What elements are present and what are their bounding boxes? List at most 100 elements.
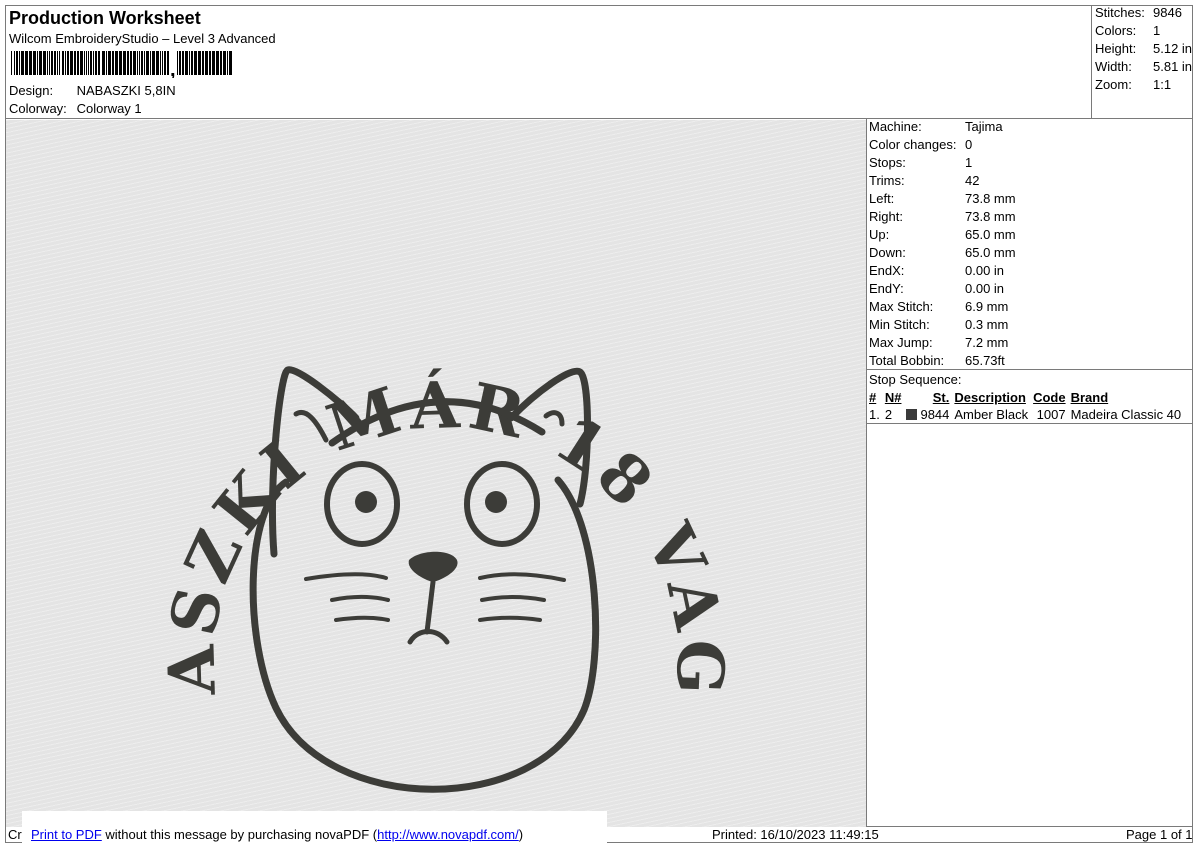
table-row: 1. 2 9844 Amber Black 1007 Madeira Class…: [867, 406, 1184, 423]
barcode-bar: [80, 51, 83, 75]
sidebar-divider: [866, 118, 867, 826]
col-brand: Brand: [1070, 390, 1109, 405]
barcode-bar: [179, 51, 181, 75]
machine-info-value: 42: [965, 173, 980, 188]
machine-info-item: Left: 73.8 mm: [869, 190, 1189, 208]
barcode-bar: [21, 51, 24, 75]
barcode-bar: [88, 51, 89, 75]
footer-left-fragment: Cr: [8, 827, 22, 842]
machine-info-item: Total Bobbin: 65.73ft: [869, 352, 1189, 370]
barcode-bar: [202, 51, 204, 75]
stop-table-divider: [866, 423, 1193, 424]
machine-info-value: 65.0 mm: [965, 245, 1016, 260]
machine-info-list: Machine: Tajima Color changes: 0 Stops: 1 Trim…: [869, 118, 1189, 370]
machine-info-item: Up: 65.0 mm: [869, 226, 1189, 244]
curved-text: NABASZKI MÁR 18 VAGYOK: [6, 120, 738, 702]
barcode-bar: [112, 51, 114, 75]
barcode-bar: [189, 51, 190, 75]
barcode-bar: [144, 51, 145, 75]
stop-sequence-heading: Stop Sequence:: [869, 372, 962, 387]
barcode-bar: [156, 51, 159, 75]
machine-info-item: Max Stitch: 6.9 mm: [869, 298, 1189, 316]
machine-info-label: Down:: [869, 245, 906, 260]
machine-info-value: 65.73ft: [965, 353, 1005, 368]
summary-item: Height: 5.12 in: [1095, 41, 1193, 56]
design-preview: NABASZKI MÁR 18 VAGYOK: [6, 120, 866, 827]
cat-head-outline: [249, 476, 600, 793]
machine-info-label: Machine:: [869, 119, 922, 134]
row-number: 1.: [869, 407, 880, 422]
barcode-bar: [177, 51, 178, 75]
row-stitches-cell: 9844: [904, 406, 952, 423]
barcode-bar: [98, 51, 100, 75]
machine-info-label: Right:: [869, 209, 903, 224]
machine-info-value: 0.00 in: [965, 281, 1005, 296]
barcode-bar: [49, 51, 50, 75]
thread-color-swatch: [906, 409, 918, 420]
curved-text-path: NABASZKI MÁR 18 VAGYOK: [6, 120, 732, 702]
barcode-bar: [127, 51, 129, 75]
colorway-label: Colorway:: [9, 101, 67, 116]
barcode-bar: [70, 51, 73, 75]
barcode-bar: [33, 51, 36, 75]
summary-list: Stitches: 9846 Colors: 1 Height: 5.12 in Wi…: [1095, 4, 1195, 94]
cat-left-whiskers: [304, 572, 390, 622]
print-to-pdf-link[interactable]: Print to PDF: [31, 827, 102, 842]
barcode-bar: [93, 51, 94, 75]
barcode-bar: [37, 51, 38, 75]
machine-info-label: Left:: [869, 191, 895, 206]
machine-info-label: EndX:: [869, 263, 905, 278]
machine-info-value: Tajima: [965, 119, 1003, 134]
barcode-bar: [141, 51, 143, 75]
barcode-bar: [182, 51, 184, 75]
row-code: 1007: [1036, 407, 1066, 422]
barcode-bar: [119, 51, 122, 75]
machine-info-label: Max Jump:: [869, 335, 933, 350]
machine-info-label: EndY:: [869, 281, 904, 296]
page-title: Production Worksheet: [9, 8, 201, 28]
embroidery-design: NABASZKI MÁR 18 VAGYOK: [6, 120, 738, 793]
barcode-bar: [220, 51, 222, 75]
machine-info-label: Stops:: [869, 155, 906, 170]
barcode-bar: [115, 51, 118, 75]
barcode-bar: [164, 51, 166, 75]
machine-info-item: Min Stitch: 0.3 mm: [869, 316, 1189, 334]
barcode-bar: [102, 51, 105, 75]
barcode-bar: [43, 51, 46, 75]
stop-sequence-table: # N# St. Description Code Brand 1. 2 984…: [867, 389, 1184, 423]
machine-info-label: Total Bobbin:: [869, 353, 945, 368]
col-stitches: St.: [932, 390, 950, 405]
barcode-bar: [108, 51, 111, 75]
barcode-bar: [14, 51, 15, 75]
machine-info-item: Down: 65.0 mm: [869, 244, 1189, 262]
design-row: Design: NABASZKI 5,8IN: [9, 83, 176, 98]
machine-info-label: Up:: [869, 227, 890, 242]
machine-info-item: Color changes: 0: [869, 136, 1189, 154]
barcode-bar: [57, 51, 58, 75]
barcode-bar: [77, 51, 79, 75]
barcode-separator: ,: [170, 59, 176, 78]
barcode-bar: [162, 51, 163, 75]
barcode-bar: [216, 51, 219, 75]
row-brand: Madeira Classic 40: [1070, 407, 1182, 422]
machine-info-value: 65.0 mm: [965, 227, 1016, 242]
barcode-bar: [123, 51, 126, 75]
design-label: Design:: [9, 83, 54, 98]
design-value: NABASZKI 5,8IN: [76, 83, 176, 98]
row-description: Amber Black: [954, 407, 1029, 422]
machine-info-item: Trims: 42: [869, 172, 1189, 190]
machine-info-value: 1: [965, 155, 973, 170]
machine-info-label: Min Stitch:: [869, 317, 930, 332]
summary-divider: [1091, 5, 1092, 119]
machine-info-value: 0.00 in: [965, 263, 1005, 278]
col-needle: N#: [884, 390, 902, 405]
barcode-bar: [62, 51, 64, 75]
barcode-bar: [133, 51, 136, 75]
cat-mouth: [407, 579, 450, 645]
cat-left-pupil: [355, 491, 377, 513]
novapdf-url-link[interactable]: http://www.novapdf.com/: [377, 827, 519, 842]
barcode: ,: [11, 51, 232, 78]
barcode-bar: [130, 51, 132, 75]
barcode-bar: [209, 51, 211, 75]
col-description: Description: [954, 390, 1026, 405]
